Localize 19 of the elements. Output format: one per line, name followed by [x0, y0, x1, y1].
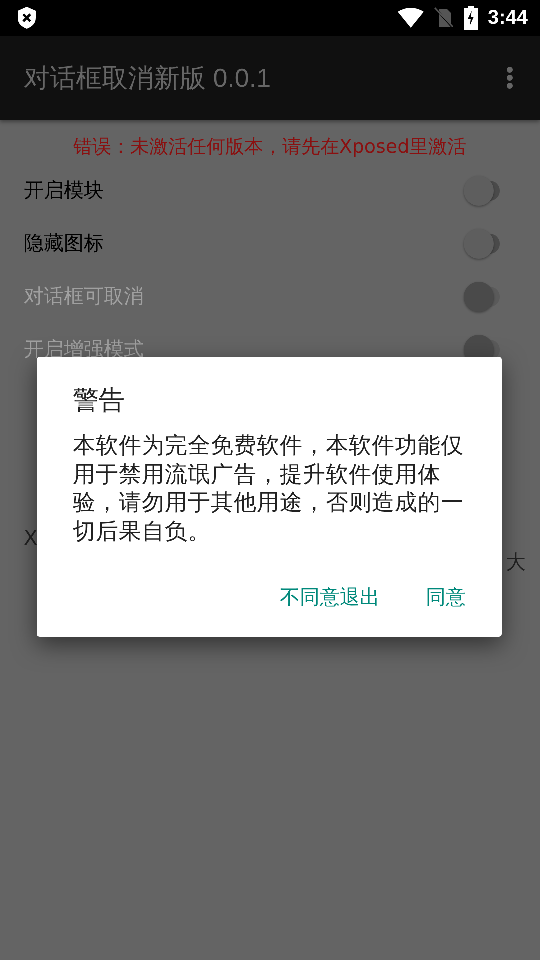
covered-text: X — [24, 526, 38, 550]
setting-label: 隐藏图标 — [24, 230, 105, 257]
toggle-switch[interactable] — [462, 228, 502, 260]
dialog-button[interactable]: 同意 — [418, 578, 474, 617]
app-title: 对话框取消新版 0.0.1 — [24, 62, 272, 94]
dialog-button[interactable]: 不同意退出 — [272, 578, 388, 617]
setting-label: 对话框可取消 — [24, 283, 145, 310]
error-message: 错误：未激活任何版本，请先在Xposed里激活 — [72, 135, 468, 160]
wifi-icon — [398, 8, 424, 28]
status-time: 3:44 — [488, 6, 528, 30]
dialog-title: 警告 — [73, 385, 126, 418]
battery-charging-icon — [464, 6, 478, 30]
covered-text: 大 — [506, 550, 526, 574]
setting-label: 开启模块 — [24, 177, 105, 204]
toggle-switch[interactable] — [462, 174, 502, 206]
no-sim-icon — [434, 7, 454, 29]
more-icon — [506, 66, 514, 90]
shield-icon — [16, 6, 38, 30]
dialog-message: 本软件为完全免费软件，本软件功能仅用于禁用流氓广告，提升软件使用体验，请勿用于其他用途，否则造成的一切后果自负。 — [73, 432, 465, 546]
